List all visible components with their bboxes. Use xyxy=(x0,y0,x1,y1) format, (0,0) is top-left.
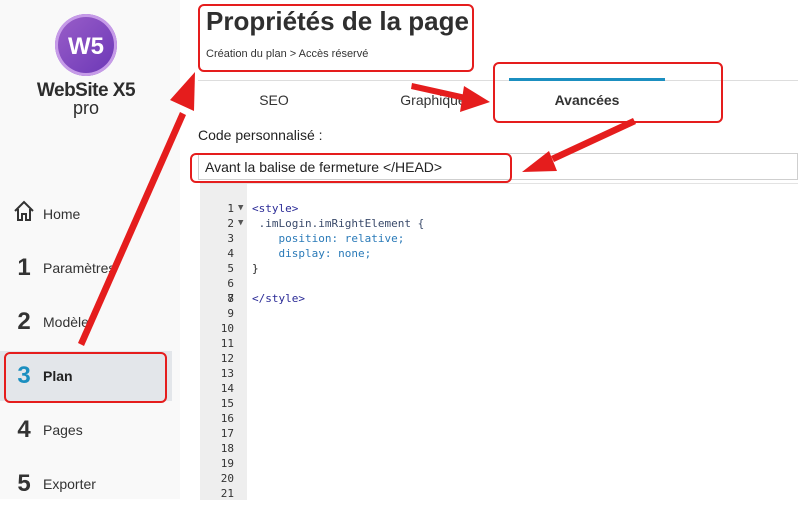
sidebar-item-home[interactable]: Home xyxy=(0,189,172,239)
w5-logo-mark: W5 xyxy=(68,33,104,60)
sidebar-item-label: Exporter xyxy=(43,476,96,492)
sidebar-item-parametres[interactable]: 1 Paramètres xyxy=(0,243,172,293)
code-line: 5} xyxy=(227,262,259,275)
sidebar-item-number: 2 xyxy=(17,308,31,335)
sidebar-item-exporter[interactable]: 5 Exporter xyxy=(0,459,172,509)
title-highlight-box xyxy=(198,4,474,72)
code-line: 1 ▼ <style> xyxy=(227,202,299,215)
code-line: 3 position: relative; xyxy=(227,232,405,245)
sidebar-item-label: Paramètres xyxy=(43,260,116,276)
sidebar-item-modele[interactable]: 2 Modèle xyxy=(0,297,172,347)
code-position-highlight-box xyxy=(190,153,512,183)
sidebar: W5 WebSite X5 pro Home 1 Paramètres 2 Mo… xyxy=(0,0,180,499)
sidebar-item-number: 5 xyxy=(17,470,31,497)
plan-item-highlight-box xyxy=(4,352,167,403)
tab-graphique[interactable]: Graphique xyxy=(378,81,488,119)
sidebar-item-label: Home xyxy=(43,206,81,222)
sidebar-item-pages[interactable]: 4 Pages xyxy=(0,405,172,455)
tab-seo[interactable]: SEO xyxy=(238,81,310,119)
sidebar-item-label: Pages xyxy=(43,422,83,438)
avancees-tab-highlight-box xyxy=(493,62,723,123)
code-line: 7 </style> xyxy=(227,292,305,305)
custom-code-label: Code personnalisé : xyxy=(198,127,323,143)
logo-mark-text: W5 xyxy=(68,33,104,60)
logo-edition: pro xyxy=(72,98,99,118)
home-icon xyxy=(8,200,40,229)
websitex5-logo: W5 xyxy=(55,14,117,76)
code-line: 4 display: none; xyxy=(227,247,372,260)
code-line: 6 xyxy=(227,277,234,290)
sidebar-item-number: 1 xyxy=(17,254,31,281)
code-editor[interactable]: 1 ▼ <style> 2 ▼ .imLogin.imRightElement { 3… xyxy=(200,183,798,500)
sidebar-item-number: 4 xyxy=(17,416,31,443)
sidebar-item-label: Modèle xyxy=(43,314,89,330)
code-line: 2 ▼ .imLogin.imRightElement { xyxy=(227,217,425,230)
